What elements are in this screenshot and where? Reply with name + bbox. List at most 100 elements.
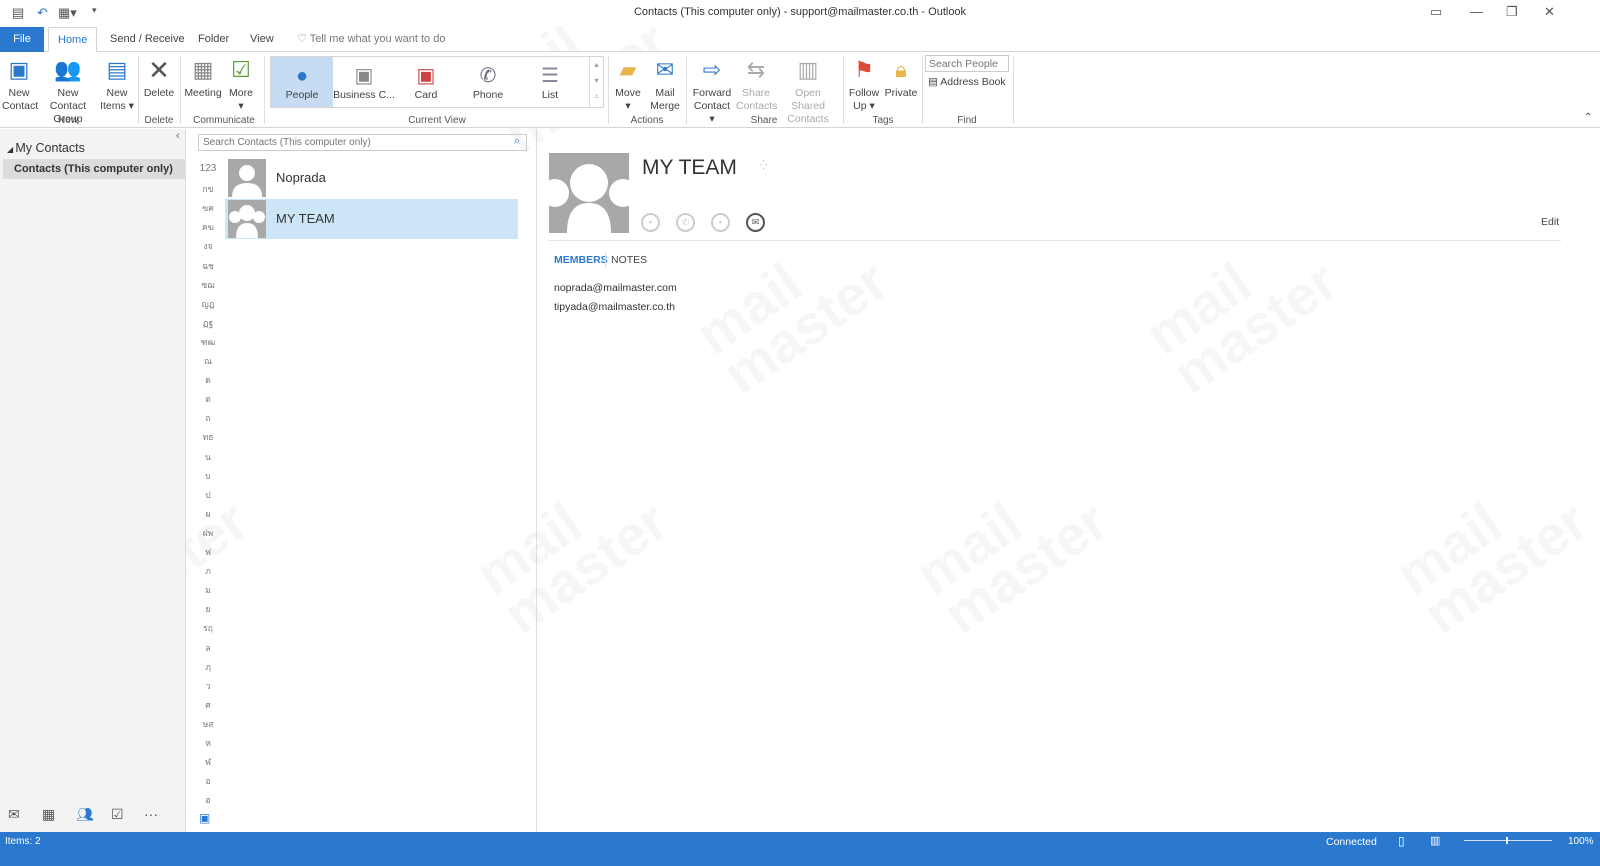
call-icon[interactable]: ✆	[676, 213, 695, 232]
index-letter[interactable]: ฑฒ	[195, 335, 221, 349]
ribbon-tabs: File Home Send / Receive Folder View ♡ T…	[0, 27, 1600, 53]
tab-folder[interactable]: Folder	[189, 27, 238, 52]
view-phone[interactable]: ✆ Phone	[457, 57, 519, 107]
tab-send-receive[interactable]: Send / Receive	[101, 27, 194, 52]
my-contacts-header[interactable]: ◢ My Contacts	[7, 141, 85, 155]
search-people-input[interactable]	[925, 55, 1009, 72]
share-contacts-icon: ⇆	[746, 57, 766, 82]
zoom-thumb[interactable]	[1506, 837, 1508, 844]
gallery-scroll[interactable]: ▴ ▾ ⩡	[589, 57, 603, 107]
tab-file[interactable]: File	[0, 27, 44, 52]
title-bar: ▤ ↶ ▦▾ ▾ Contacts (This computer only) -…	[0, 0, 1600, 26]
index-letter[interactable]: ม	[195, 583, 221, 597]
minimize-icon[interactable]: —	[1470, 4, 1483, 19]
follow-up-button[interactable]: ⚑ Follow Up ▾	[847, 56, 881, 113]
move-button[interactable]: ▰ Move ▾	[612, 56, 644, 113]
index-letter[interactable]: งจ	[195, 239, 221, 253]
address-book-button[interactable]: ▤ Address Book	[928, 76, 1006, 88]
index-letter[interactable]: ผ	[195, 507, 221, 521]
index-letter[interactable]: ญฎ	[195, 297, 221, 311]
tasks-nav-icon[interactable]: ☑	[111, 806, 124, 823]
index-letter[interactable]: ด	[195, 373, 221, 387]
close-icon[interactable]: ✕	[1544, 4, 1555, 20]
search-contacts-box[interactable]: ⌕	[198, 134, 527, 151]
video-icon[interactable]: ▪	[711, 213, 730, 232]
ribbon-display-icon[interactable]: ▭	[1430, 4, 1442, 20]
index-letter[interactable]: ซฌ	[195, 278, 221, 292]
member-email[interactable]: noprada@mailmaster.com	[554, 282, 677, 294]
contact-item-noprada[interactable]: Noprada	[225, 158, 518, 198]
index-letter[interactable]: ฬ	[195, 755, 221, 769]
mail-merge-button[interactable]: ✉ Mail Merge	[648, 56, 682, 113]
more-nav-icon[interactable]: ···	[144, 806, 158, 822]
index-letter[interactable]: ย	[195, 602, 221, 616]
zoom-slider[interactable]	[1464, 837, 1552, 844]
search-icon[interactable]: ⌕	[514, 135, 520, 148]
group-label-new: New	[57, 115, 78, 126]
index-letter[interactable]: ฉช	[195, 259, 221, 273]
index-letter[interactable]: ภ	[195, 564, 221, 578]
index-letter[interactable]: ทธ	[195, 430, 221, 444]
edit-button[interactable]: Edit	[1541, 216, 1559, 228]
window-title: Contacts (This computer only) - support@…	[633, 6, 967, 18]
new-contact-button[interactable]: ▣ New Contact	[2, 56, 38, 113]
index-letter[interactable]: บ	[195, 469, 221, 483]
view-people[interactable]: ● People	[271, 57, 333, 107]
index-letter[interactable]: ษส	[195, 717, 221, 731]
address-book-icon: ▤	[928, 76, 941, 88]
calendar-nav-icon[interactable]: ▦	[42, 806, 55, 823]
tell-me-box[interactable]: ♡ Tell me what you want to do	[288, 27, 454, 52]
new-items-button[interactable]: ▤ New Items ▾	[100, 56, 134, 113]
delete-button[interactable]: ✕ Delete	[142, 56, 176, 100]
index-letter[interactable]: ป	[195, 488, 221, 502]
index-letter[interactable]: กข	[195, 182, 221, 196]
tab-view[interactable]: View	[241, 27, 283, 52]
tab-home[interactable]: Home	[48, 27, 98, 53]
email-icon[interactable]: ✉	[746, 213, 765, 232]
index-letter[interactable]: ต	[195, 392, 221, 406]
index-letter[interactable]: ล	[195, 641, 221, 655]
status-bar: Items: 2 Connected ▯ ▥ 100%	[0, 832, 1600, 866]
index-letter[interactable]: น	[195, 450, 221, 464]
folder-move-icon: ▰	[619, 57, 637, 82]
index-letter[interactable]: ห	[195, 736, 221, 750]
im-icon[interactable]: ▪	[641, 213, 660, 232]
index-letter[interactable]: ณ	[195, 354, 221, 368]
contact-globe-icon[interactable]: ▣	[199, 811, 210, 825]
reading-view-icon[interactable]: ▥	[1430, 834, 1440, 847]
index-letter[interactable]: ฏฐ	[195, 316, 221, 330]
index-letter[interactable]: ฃค	[195, 201, 221, 215]
index-letter[interactable]: ถ	[195, 411, 221, 425]
mail-nav-icon[interactable]: ✉	[8, 806, 20, 823]
meeting-button[interactable]: ▦ Meeting	[184, 56, 222, 100]
view-business-cards[interactable]: ▣ Business C...	[333, 57, 395, 107]
view-card[interactable]: ▣ Card	[395, 57, 457, 107]
index-letter[interactable]: 123	[195, 163, 221, 174]
index-letter[interactable]: ฮ	[195, 793, 221, 807]
collapse-ribbon-icon[interactable]: ⌃	[1584, 112, 1592, 123]
index-letter[interactable]: รฤ	[195, 621, 221, 635]
member-email[interactable]: tipyada@mailmaster.co.th	[554, 301, 675, 313]
share-contacts-button[interactable]: ⇆ Share Contacts	[736, 56, 777, 113]
index-letter[interactable]: อ	[195, 774, 221, 788]
folder-contacts[interactable]: Contacts (This computer only)	[3, 159, 185, 179]
index-letter[interactable]: ฝพ	[195, 526, 221, 540]
index-letter[interactable]: ศ	[195, 698, 221, 712]
private-button[interactable]: 🔒︎ Private	[883, 56, 919, 100]
group-label-communicate: Communicate	[193, 115, 255, 126]
more-button[interactable]: ☑ More ▾	[226, 56, 256, 113]
tab-notes[interactable]: NOTES	[611, 254, 647, 266]
watermark: mailmaster	[909, 456, 1115, 640]
normal-view-icon[interactable]: ▯	[1398, 834, 1405, 848]
index-letter[interactable]: ฦ	[195, 660, 221, 674]
contact-item-my-team[interactable]: MY TEAM	[225, 199, 518, 239]
index-letter[interactable]: ว	[195, 679, 221, 693]
restore-icon[interactable]: ❐	[1506, 4, 1518, 20]
index-letter[interactable]: ฅฆ	[195, 220, 221, 234]
tab-members[interactable]: MEMBERS	[554, 254, 608, 266]
collapse-pane-icon[interactable]: ‹	[176, 130, 180, 142]
search-contacts-input[interactable]	[199, 135, 499, 150]
people-nav-icon[interactable]: 👥︎	[76, 806, 94, 823]
view-list[interactable]: ☰ List	[519, 57, 581, 107]
index-letter[interactable]: ฟ	[195, 545, 221, 559]
